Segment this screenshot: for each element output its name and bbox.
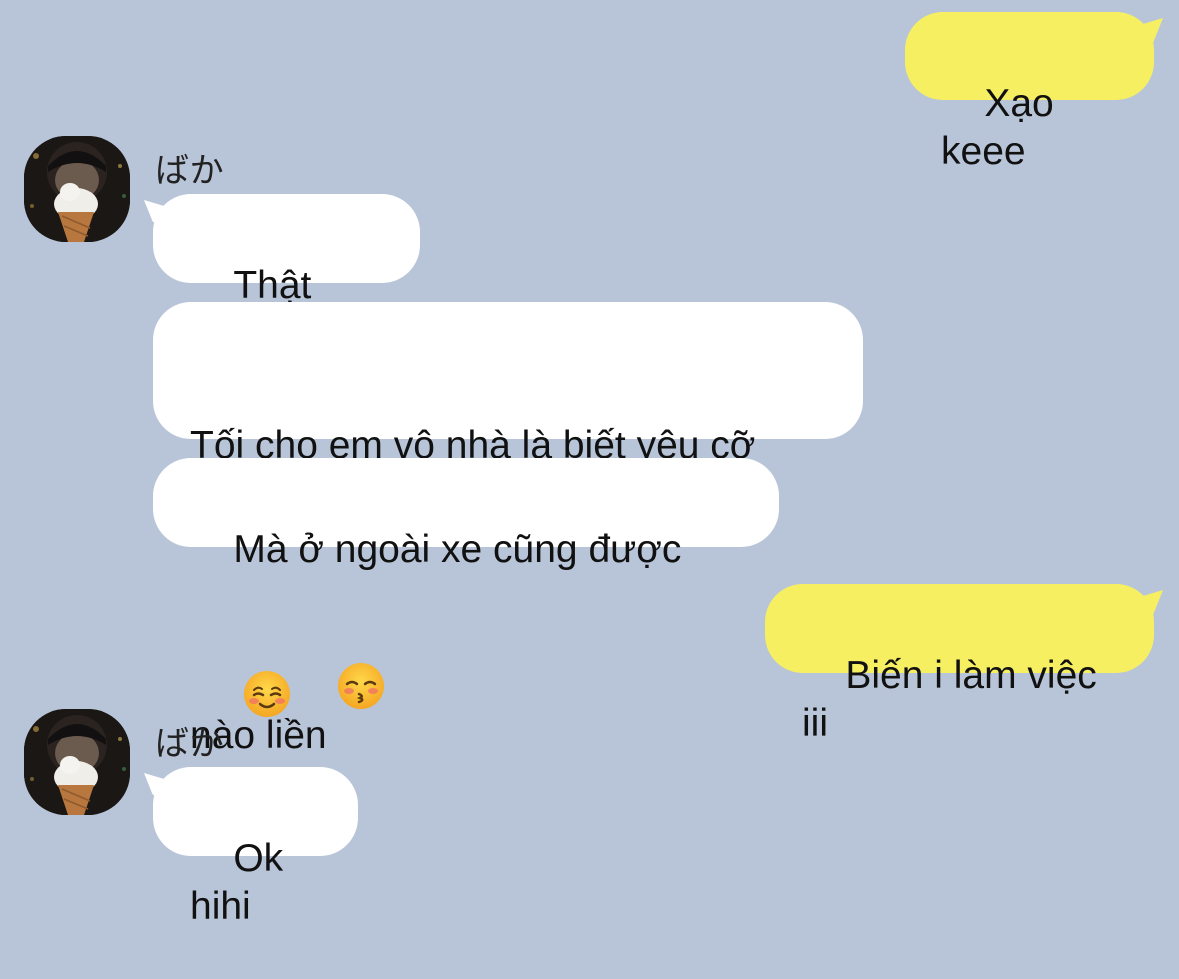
outgoing-message-bubble[interactable]: Xạo keee: [905, 12, 1154, 173]
incoming-message-bubble[interactable]: Thật mà!!!: [153, 194, 420, 355]
sender-name: ばか: [155, 724, 224, 764]
message-text: Biến i làm việc iii: [802, 654, 1108, 745]
smiling-face-emoji-icon: [243, 574, 291, 717]
contact-avatar[interactable]: [24, 709, 130, 815]
outgoing-message-bubble[interactable]: Biến i làm việc iii: [765, 584, 1154, 745]
sender-name: ばか: [155, 151, 224, 191]
contact-avatar[interactable]: [24, 136, 130, 242]
chat-thread[interactable]: Xạo keee ばか Thật mà!!! Tối cho em vô nhà…: [0, 0, 1179, 928]
message-text: Ok hihi: [190, 837, 295, 928]
incoming-message-bubble[interactable]: Ok hihi: [153, 767, 358, 928]
incoming-message-bubble[interactable]: Mà ở ngoài xe cũng được: [153, 458, 779, 717]
incoming-message-bubble[interactable]: Tối cho em vô nhà là biết yêu cỡ nào liề…: [153, 302, 863, 757]
message-text: Xạo keee: [941, 82, 1065, 173]
avatar-photo-icon: [24, 709, 130, 815]
message-text: Mà ở ngoài xe cũng được: [233, 528, 682, 571]
avatar-photo-icon: [24, 136, 130, 242]
